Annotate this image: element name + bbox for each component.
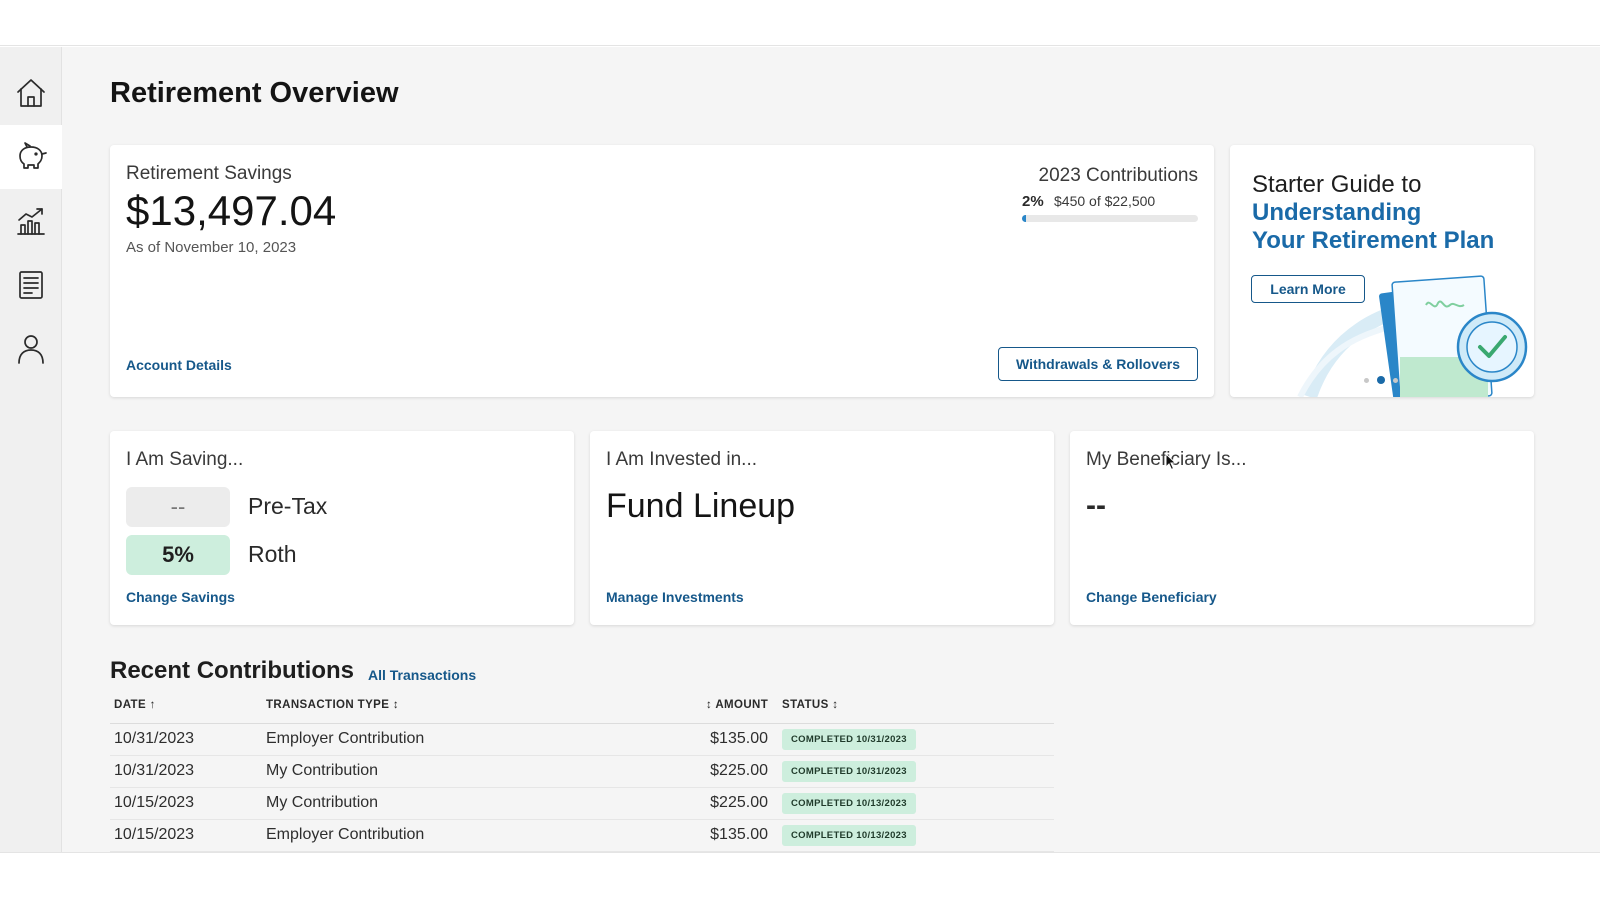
starter-guide-title-accent-2: Your Retirement Plan [1252, 227, 1495, 254]
contributions-title: 2023 Contributions [1038, 165, 1199, 186]
manage-investments-link[interactable]: Manage Investments [606, 589, 744, 605]
row-date: 10/15/2023 [114, 794, 195, 811]
row-type: Employer Contribution [266, 826, 425, 843]
invested-card-label: I Am Invested in... [606, 449, 758, 470]
beneficiary-card: My Beneficiary Is... -- Change Beneficia… [1070, 431, 1534, 625]
as-of-date: As of November 10, 2023 [126, 239, 297, 256]
contributions-percent: 2% [1022, 193, 1044, 210]
row-type: Employer Contribution [266, 730, 425, 747]
carousel-dot-2[interactable] [1377, 376, 1385, 384]
status-badge: COMPLETED 10/31/2023 [782, 729, 916, 750]
top-bar [0, 0, 1600, 46]
table-row: 10/31/2023 My Contribution $225.00 COMPL… [110, 756, 1054, 788]
saving-card-label: I Am Saving... [126, 449, 244, 470]
table-row: 10/15/2023 My Contribution $225.00 COMPL… [110, 788, 1054, 820]
starter-guide-title-line: Starter Guide to [1252, 171, 1422, 198]
change-savings-link[interactable]: Change Savings [126, 589, 235, 605]
carousel-dot-1[interactable] [1364, 377, 1369, 383]
pretax-rate: -- [126, 487, 230, 527]
nav-performance[interactable] [0, 189, 62, 253]
nav-documents[interactable] [0, 253, 62, 317]
mouse-cursor-icon [1165, 453, 1177, 471]
nav-savings[interactable] [0, 125, 62, 189]
column-header-status[interactable]: STATUS ↕ [782, 699, 838, 711]
retirement-plan-illustration [1297, 275, 1528, 397]
user-icon [18, 335, 44, 364]
status-badge: COMPLETED 10/31/2023 [782, 761, 916, 782]
table-row: 10/31/2023 Employer Contribution $135.00… [110, 724, 1054, 756]
contributions-progress-fill [1022, 215, 1026, 222]
row-date: 10/31/2023 [114, 730, 195, 747]
invested-card: I Am Invested in... Fund Lineup Manage I… [590, 431, 1054, 625]
page-title: Retirement Overview [110, 77, 399, 109]
starter-guide-title-accent-1: Understanding [1252, 199, 1422, 226]
change-beneficiary-link[interactable]: Change Beneficiary [1086, 589, 1217, 605]
bottom-bar [0, 852, 1600, 900]
row-amount: $135.00 [710, 730, 768, 747]
carousel-dots [1364, 376, 1398, 384]
starter-guide-title: Starter Guide to Understanding Your Reti… [1252, 171, 1494, 255]
row-amount: $225.00 [710, 762, 768, 779]
row-type: My Contribution [266, 762, 379, 779]
piggy-bank-icon [19, 142, 47, 169]
column-header-transaction-type[interactable]: TRANSACTION TYPE ↕ [266, 699, 399, 711]
account-details-link[interactable]: Account Details [126, 357, 232, 373]
contributions-progress-bar [1022, 215, 1198, 222]
column-header-amount[interactable]: ↕ AMOUNT [706, 699, 768, 711]
beneficiary-value: -- [1086, 489, 1106, 522]
roth-rate: 5% [126, 535, 230, 575]
starter-guide-card[interactable]: Starter Guide to Understanding Your Reti… [1230, 145, 1534, 397]
row-date: 10/15/2023 [114, 826, 195, 843]
row-amount: $135.00 [710, 826, 768, 843]
chart-icon [17, 208, 45, 235]
app-window: Retirement Overview Retirement Savings $… [0, 47, 1600, 852]
carousel-dot-3[interactable] [1393, 377, 1398, 383]
retirement-savings-amount: $13,497.04 [126, 187, 337, 234]
status-badge: COMPLETED 10/13/2023 [782, 793, 916, 814]
pretax-label: Pre-Tax [248, 493, 328, 519]
home-icon [17, 79, 45, 107]
retirement-savings-label: Retirement Savings [126, 163, 292, 184]
row-type: My Contribution [266, 794, 379, 811]
row-amount: $225.00 [710, 794, 768, 811]
sidebar [0, 47, 62, 852]
roth-label: Roth [248, 541, 297, 567]
status-badge: COMPLETED 10/13/2023 [782, 825, 916, 846]
nav-profile[interactable] [0, 317, 62, 381]
nav-home[interactable] [0, 61, 62, 125]
contributions-amount: $450 of $22,500 [1054, 193, 1156, 209]
table-row: 10/15/2023 Employer Contribution $135.00… [110, 820, 1054, 852]
all-transactions-link[interactable]: All Transactions [368, 667, 476, 683]
document-icon [19, 271, 43, 299]
row-date: 10/31/2023 [114, 762, 195, 779]
column-header-date[interactable]: DATE ↑ [114, 699, 156, 711]
saving-card: I Am Saving... -- Pre-Tax 5% Roth Change… [110, 431, 574, 625]
withdrawals-rollovers-button[interactable]: Withdrawals & Rollovers [998, 347, 1198, 381]
recent-contributions-title: Recent Contributions [110, 657, 354, 684]
fund-lineup-value: Fund Lineup [606, 487, 796, 525]
retirement-savings-card: Retirement Savings $13,497.04 As of Nove… [110, 145, 1214, 397]
